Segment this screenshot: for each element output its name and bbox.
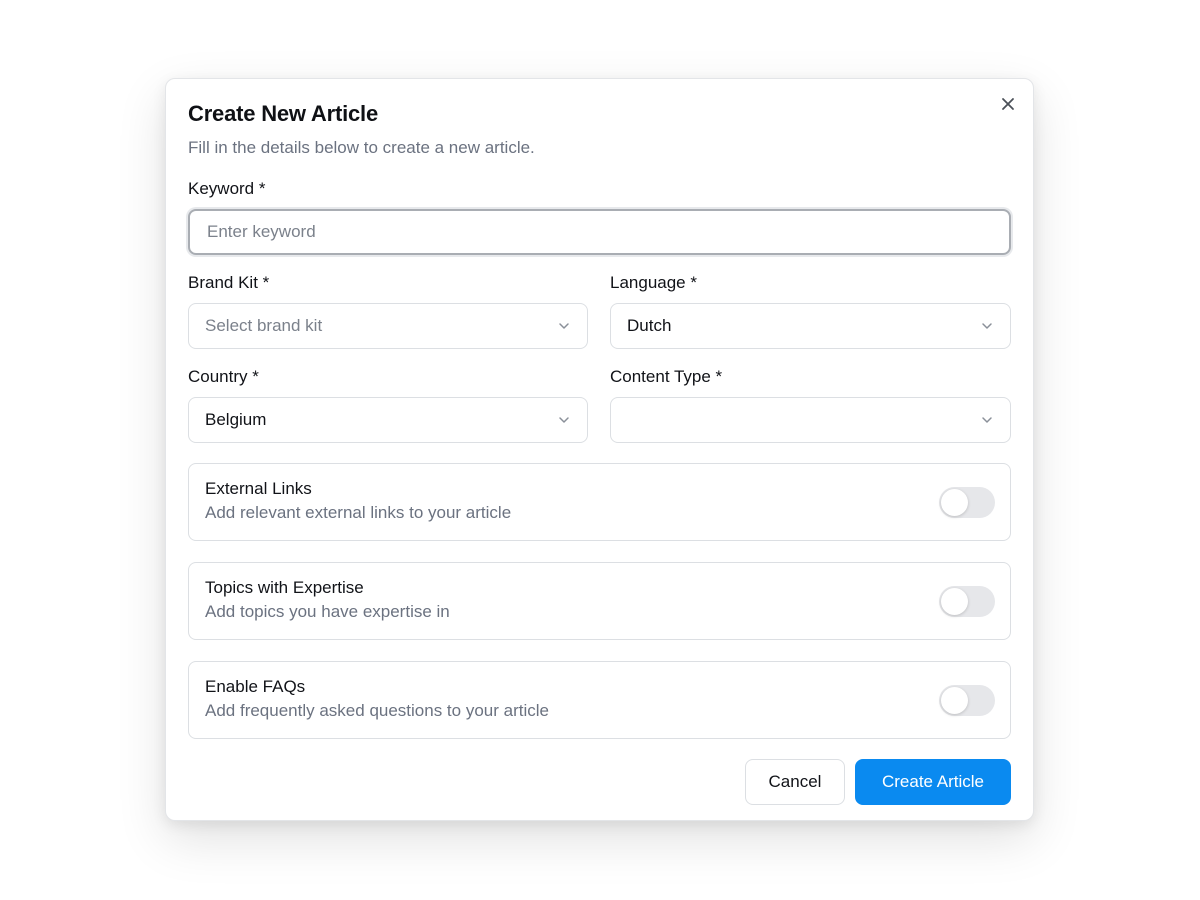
language-label: Language * xyxy=(610,273,697,292)
toggle-knob xyxy=(941,687,968,714)
enable-faqs-description: Add frequently asked questions to your a… xyxy=(205,701,549,720)
external-links-toggle[interactable] xyxy=(939,487,995,518)
toggle-knob xyxy=(941,588,968,615)
chevron-down-icon xyxy=(557,319,571,333)
dialog-subtitle: Fill in the details below to create a ne… xyxy=(188,138,535,157)
external-links-description: Add relevant external links to your arti… xyxy=(205,503,512,522)
dialog-title: Create New Article xyxy=(188,101,378,126)
chevron-down-icon xyxy=(980,413,994,427)
create-article-button[interactable]: Create Article xyxy=(855,759,1011,805)
topics-expertise-title: Topics with Expertise xyxy=(205,578,364,597)
content-type-select[interactable] xyxy=(610,397,1011,443)
language-select[interactable]: Dutch xyxy=(610,303,1011,349)
brand-kit-placeholder: Select brand kit xyxy=(205,316,323,335)
enable-faqs-card: Enable FAQs Add frequently asked questio… xyxy=(188,661,1011,739)
keyword-label: Keyword * xyxy=(188,179,266,198)
topics-expertise-card: Topics with Expertise Add topics you hav… xyxy=(188,562,1011,640)
language-value: Dutch xyxy=(627,316,672,335)
topics-expertise-toggle[interactable] xyxy=(939,586,995,617)
close-icon[interactable] xyxy=(997,93,1019,115)
enable-faqs-toggle[interactable] xyxy=(939,685,995,716)
country-select[interactable]: Belgium xyxy=(188,397,588,443)
external-links-card: External Links Add relevant external lin… xyxy=(188,463,1011,541)
chevron-down-icon xyxy=(557,413,571,427)
chevron-down-icon xyxy=(980,319,994,333)
external-links-title: External Links xyxy=(205,479,312,498)
topics-expertise-description: Add topics you have expertise in xyxy=(205,602,450,621)
brand-kit-select[interactable]: Select brand kit xyxy=(188,303,588,349)
content-type-label: Content Type * xyxy=(610,367,723,386)
country-label: Country * xyxy=(188,367,259,386)
keyword-field-wrapper xyxy=(188,209,1011,255)
cancel-button[interactable]: Cancel xyxy=(745,759,845,805)
brand-kit-label: Brand Kit * xyxy=(188,273,270,292)
country-value: Belgium xyxy=(205,410,267,429)
enable-faqs-title: Enable FAQs xyxy=(205,677,306,696)
create-article-dialog: Create New Article Fill in the details b… xyxy=(165,78,1034,821)
keyword-input[interactable] xyxy=(205,221,994,243)
toggle-knob xyxy=(941,489,968,516)
